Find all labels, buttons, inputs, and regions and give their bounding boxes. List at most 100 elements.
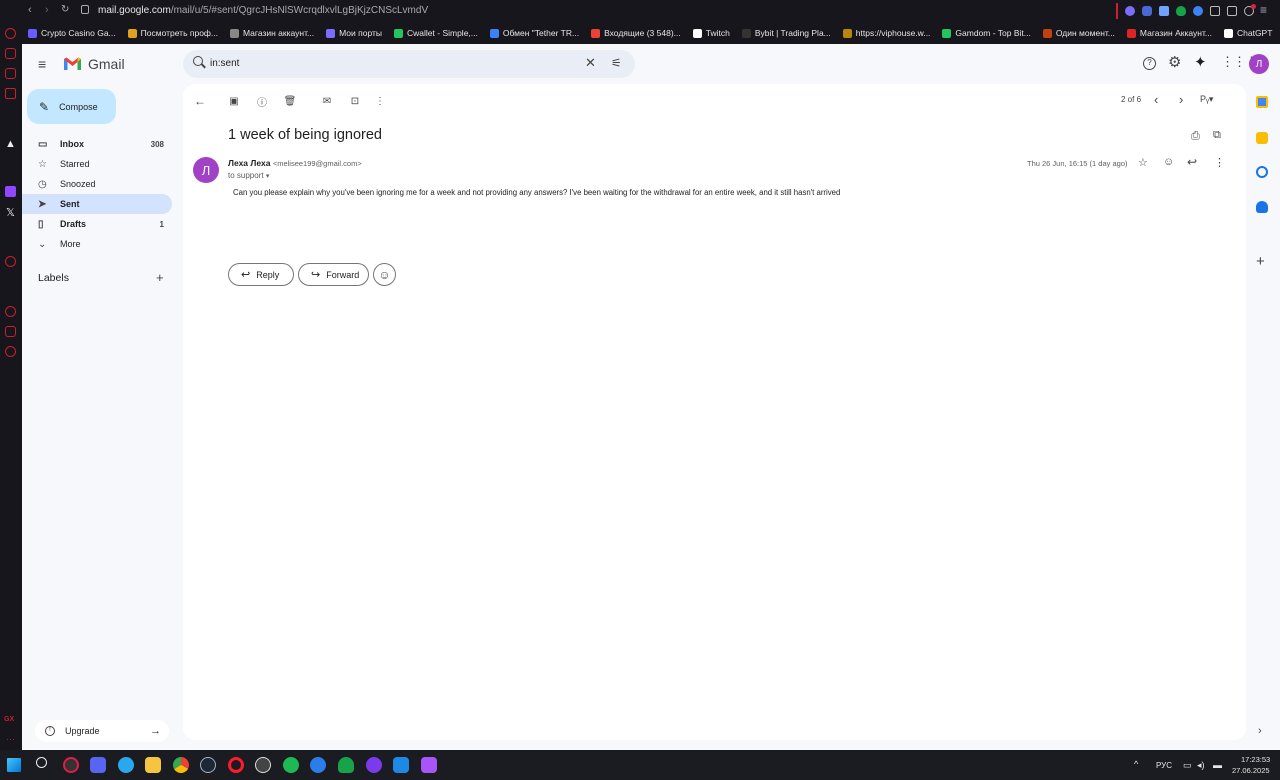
bookmark-item[interactable]: Обмен "Tether TR... — [484, 28, 585, 38]
bookmark-item[interactable]: Bybit | Trading Pla... — [736, 28, 837, 38]
delete-icon[interactable]: 🗑︎ — [283, 94, 297, 108]
bookmark-item[interactable]: Один момент... — [1037, 28, 1121, 38]
get-addons-icon[interactable]: + — [1256, 253, 1265, 270]
extension-icon[interactable] — [1193, 6, 1203, 16]
app-icon[interactable] — [255, 757, 271, 773]
opera-icon[interactable] — [5, 28, 16, 39]
volume-icon[interactable]: ◂) — [1197, 760, 1205, 771]
opera-gx-icon[interactable] — [63, 757, 79, 773]
bookmark-item[interactable]: Посмотреть проф... — [122, 28, 224, 38]
aria-icon[interactable]: ▲ — [5, 138, 16, 150]
search-options-icon[interactable]: ⚟ — [611, 56, 622, 70]
news-icon[interactable] — [5, 88, 16, 99]
reply-icon[interactable]: ↩ — [1187, 155, 1197, 169]
emoji-reaction-button[interactable]: ☺ — [373, 263, 396, 286]
discord-icon[interactable] — [90, 757, 106, 773]
bookmark-item[interactable]: Gamdom - Top Bit... — [936, 28, 1036, 38]
bookmark-item[interactable]: Crypto Casino Ga... — [22, 28, 122, 38]
reload-icon[interactable]: ↻ — [61, 4, 69, 15]
tasks-icon[interactable] — [1256, 166, 1268, 178]
menu-icon[interactable]: ≡ — [1260, 3, 1267, 17]
help-icon[interactable]: ? — [1143, 57, 1156, 70]
history-icon[interactable] — [5, 306, 16, 317]
shield-icon[interactable] — [1176, 6, 1186, 16]
expand-panel-icon[interactable]: › — [1258, 725, 1262, 737]
search-input[interactable]: in:sent — [210, 58, 239, 69]
calendar-icon[interactable] — [1256, 96, 1268, 108]
gear-icon[interactable]: ⚙ — [1168, 53, 1181, 71]
battery-icon[interactable]: ▬ — [1213, 760, 1222, 770]
bookmark-item[interactable]: Магазин Аккаунт... — [1121, 28, 1218, 38]
bookmark-item[interactable]: ChatGPT — [1218, 28, 1278, 38]
clock-date[interactable]: 27.06.2025 — [1232, 766, 1270, 775]
search-icon[interactable] — [36, 757, 47, 768]
gemini-icon[interactable]: ✦ — [1194, 53, 1207, 71]
close-icon[interactable]: ✕ — [585, 55, 596, 71]
bookmark-item[interactable]: Twitch — [687, 28, 736, 38]
nav-item-inbox[interactable]: ▭ Inbox 308 — [22, 134, 172, 154]
steam-icon[interactable] — [200, 757, 216, 773]
clock-time[interactable]: 17:23:53 — [1241, 755, 1270, 764]
bookmark-item[interactable]: Мои порты — [320, 28, 388, 38]
move-to-icon[interactable]: ⊡ — [348, 94, 362, 108]
star-icon[interactable]: ☆ — [1138, 156, 1148, 169]
main-menu-icon[interactable]: ≡ — [38, 56, 46, 72]
keep-icon[interactable] — [1256, 132, 1268, 144]
older-icon[interactable]: ‹ — [1154, 92, 1158, 107]
twitch-icon[interactable] — [5, 186, 16, 197]
download-icon[interactable] — [1227, 6, 1237, 16]
forward-icon[interactable]: › — [45, 4, 49, 16]
print-icon[interactable]: ⎙ — [1191, 130, 1200, 143]
mark-unread-icon[interactable]: ✉ — [320, 94, 334, 108]
newer-icon[interactable]: › — [1179, 92, 1183, 107]
settings-icon[interactable] — [5, 346, 16, 357]
app-icon[interactable] — [393, 757, 409, 773]
back-arrow-icon[interactable]: ← — [193, 94, 207, 108]
extension-icon[interactable] — [1159, 6, 1169, 16]
compose-button[interactable]: ✎ Compose — [27, 89, 116, 124]
telegram-icon[interactable] — [118, 757, 134, 773]
report-spam-icon[interactable]: ⓘ — [255, 94, 269, 109]
url-field[interactable]: mail.google.com/mail/u/5/#sent/QgrcJHsNl… — [98, 5, 428, 16]
bookmark-item[interactable]: Магазин аккаунт... — [224, 28, 320, 38]
search-bar[interactable]: in:sent ✕ ⚟ — [183, 50, 635, 78]
language-indicator[interactable]: РУС — [1156, 761, 1172, 770]
avatar[interactable]: Л — [1249, 54, 1269, 74]
app-icon[interactable] — [310, 757, 326, 773]
nav-item-starred[interactable]: ☆ Starred — [22, 154, 172, 174]
more-icon[interactable]: ··· — [6, 734, 15, 744]
puzzle-icon[interactable] — [1210, 6, 1220, 16]
spotify-icon[interactable] — [283, 757, 299, 773]
shield-icon[interactable] — [338, 757, 354, 773]
x-icon[interactable]: 𝕏 — [6, 206, 15, 219]
start-icon[interactable] — [7, 758, 21, 772]
display-icon[interactable]: ▭ — [1183, 760, 1192, 771]
bookmark-item[interactable]: https://viphouse.w... — [837, 28, 937, 38]
extension-icon[interactable] — [5, 326, 16, 337]
messenger-icon[interactable] — [5, 68, 16, 79]
app-icon[interactable] — [366, 757, 382, 773]
extension-icon[interactable] — [5, 48, 16, 59]
nav-item-drafts[interactable]: ▯ Drafts 1 — [22, 214, 172, 234]
emoji-icon[interactable]: ☺ — [1163, 156, 1174, 168]
input-tools-icon[interactable]: Pᵧ▾ — [1200, 94, 1213, 105]
more-vert-icon[interactable]: ⋮ — [373, 94, 387, 108]
opera-icon[interactable] — [228, 757, 244, 773]
archive-icon[interactable]: ▣ — [227, 94, 241, 108]
sender-avatar[interactable]: Л — [193, 157, 219, 183]
bookmark-item[interactable]: Cwallet - Simple,... — [388, 28, 484, 38]
forward-button[interactable]: ↪ Forward — [298, 263, 369, 286]
extension-icon[interactable] — [1142, 6, 1152, 16]
recipients-toggle[interactable]: to support ▾ — [228, 171, 269, 180]
back-icon[interactable]: ‹ — [28, 4, 32, 16]
add-label-icon[interactable]: + — [156, 270, 164, 285]
upgrade-button[interactable]: ! Upgrade → — [35, 720, 169, 742]
sender-name[interactable]: Леха Леха — [228, 158, 270, 168]
more-vert-icon[interactable]: ⋮ — [1214, 156, 1225, 169]
extension-icon[interactable] — [1125, 6, 1135, 16]
folder-icon[interactable] — [145, 757, 161, 773]
bookmark-item[interactable]: Входящие (3 548)... — [585, 28, 687, 38]
gmail-logo-icon[interactable] — [63, 57, 82, 71]
nav-item-sent[interactable]: ➤ Sent — [22, 194, 172, 214]
gx-icon[interactable]: GX — [4, 716, 14, 723]
